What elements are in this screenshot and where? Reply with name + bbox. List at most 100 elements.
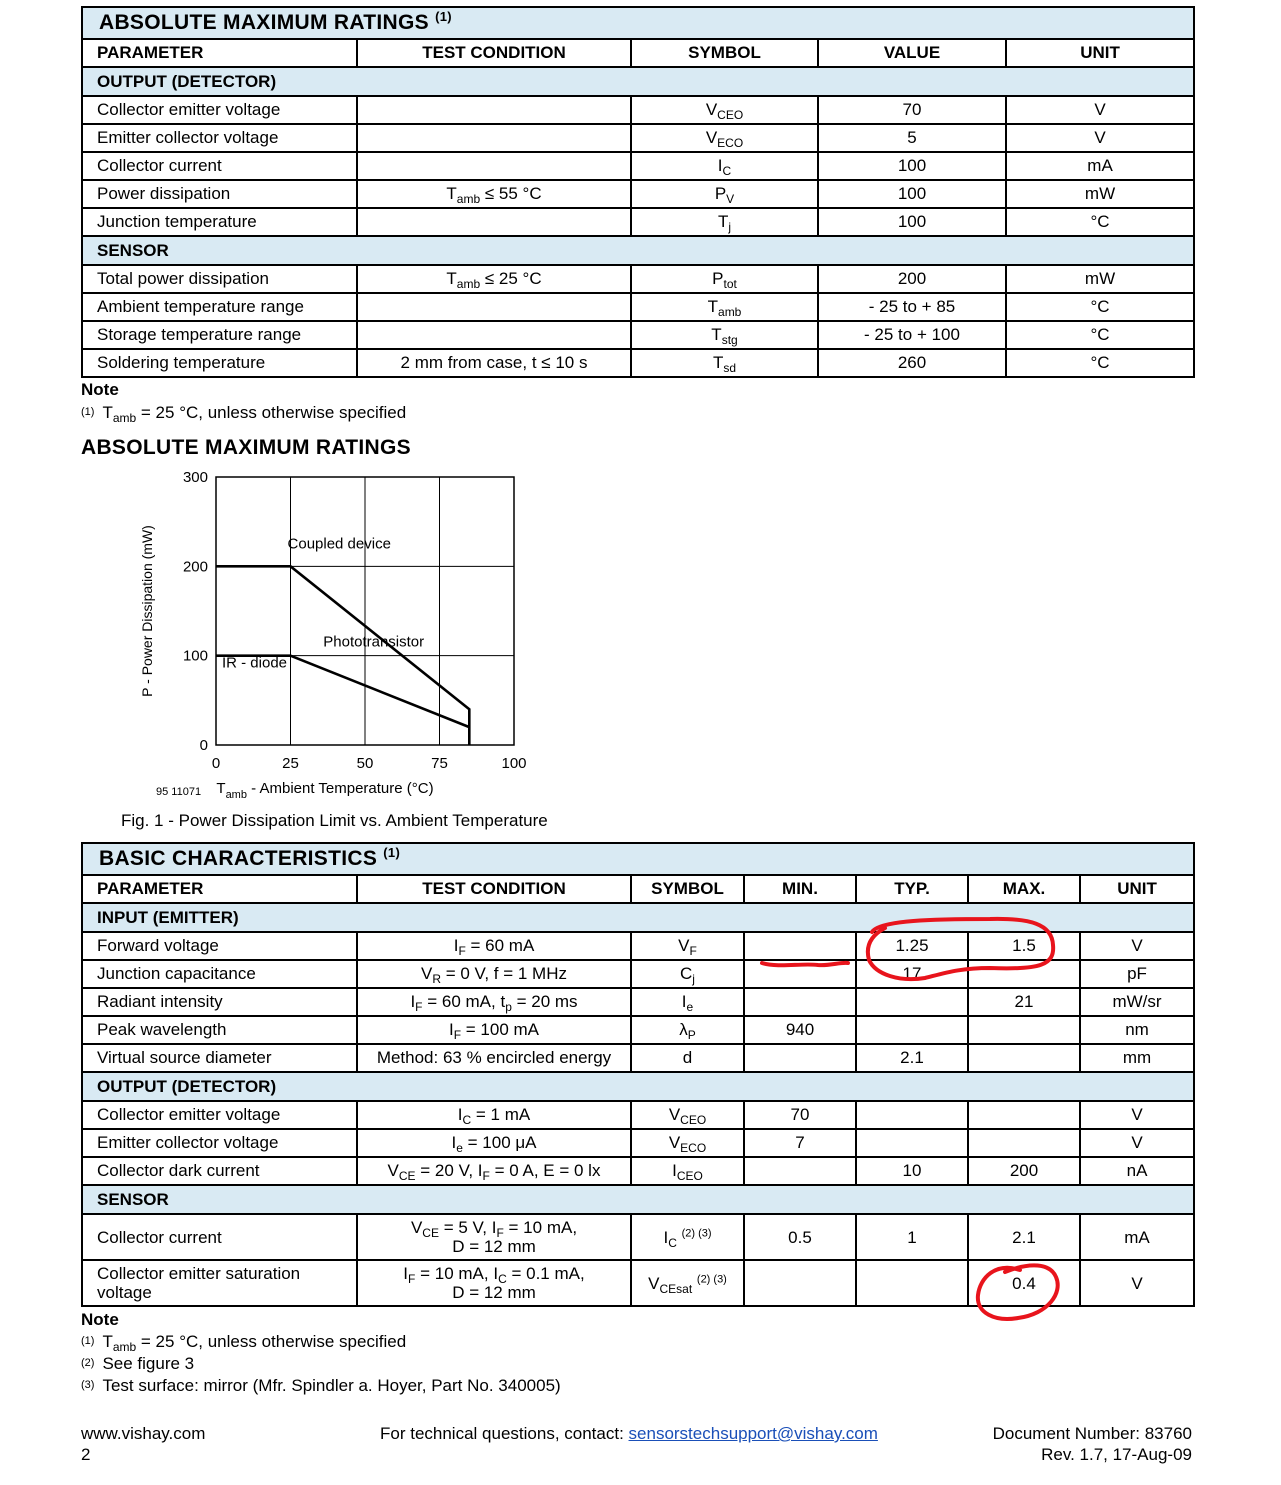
- symbol-cell: λP: [630, 1015, 745, 1045]
- min-cell: 940: [743, 1015, 857, 1045]
- section-row: SENSOR: [80, 1184, 1196, 1215]
- table-title-row: ABSOLUTE MAXIMUM RATINGS (1): [80, 6, 1196, 40]
- symbol-cell: VF: [630, 931, 745, 961]
- value-cell: 100: [817, 179, 1007, 209]
- symbol-subscript: j: [692, 972, 695, 986]
- unit-cell: V: [1004, 95, 1196, 125]
- basic-note-title: Note: [81, 1310, 119, 1329]
- x-axis-label: Tamb - Ambient Temperature (°C): [216, 780, 433, 801]
- condition-line: VR = 0 V, f = 1 MHz: [372, 964, 616, 985]
- max-cell: 200: [967, 1156, 1081, 1186]
- condition-text: = 1 mA: [471, 1105, 531, 1124]
- symbol-subscript: j: [728, 220, 732, 234]
- column-header: SYMBOL: [630, 38, 819, 68]
- condition-text: V: [387, 1161, 399, 1180]
- condition-subscript: CE: [422, 1226, 439, 1240]
- condition-subscript: amb: [456, 192, 481, 206]
- x-tick-label: 75: [431, 755, 448, 772]
- symbol-cell: VECO: [630, 123, 819, 153]
- parameter-cell: Storage temperature range: [81, 320, 358, 350]
- condition-cell: [356, 95, 632, 125]
- condition-line: IF = 100 mA: [372, 1020, 616, 1041]
- table-row: Junction capacitance VR = 0 V, f = 1 MHz C…: [81, 959, 1196, 989]
- symbol-cell: IC: [630, 151, 819, 181]
- parameter-cell: Collector emitter voltage: [81, 95, 358, 125]
- table-row: Power dissipation Tamb ≤ 55 °C PV 100 mW: [81, 179, 1196, 209]
- table-row: Emitter collector voltage VECO 5 V: [81, 123, 1196, 153]
- condition-cell: VCE = 20 V, IF = 0 A, E = 0 lx: [356, 1156, 632, 1186]
- max-cell: [967, 1043, 1081, 1073]
- column-header: PARAMETER: [81, 38, 358, 68]
- section-row: OUTPUT (DETECTOR): [80, 1071, 1196, 1102]
- symbol-subscript: ECO: [680, 1141, 707, 1155]
- unit-cell: nm: [1078, 1015, 1196, 1045]
- min-cell: 70: [743, 1100, 857, 1130]
- footnote: (2) See figure 3: [81, 1354, 194, 1374]
- symbol-text: T: [707, 297, 719, 316]
- table-row: Collector current VCE = 5 V, IF = 10 mA, D…: [81, 1213, 1196, 1261]
- symbol-subscript: P: [687, 1028, 696, 1042]
- section-title: OUTPUT (DETECTOR): [80, 1071, 1196, 1102]
- value-cell: 100: [817, 207, 1007, 237]
- column-header: VALUE: [817, 38, 1007, 68]
- parameter-cell: Collector emitter voltage: [81, 1100, 358, 1130]
- value-cell: - 25 to + 85: [817, 292, 1007, 322]
- condition-cell: IC = 1 mA: [356, 1100, 632, 1130]
- y-tick-label: 0: [200, 737, 208, 754]
- x-axis-label-text: T: [216, 780, 225, 797]
- parameter-cell: Collector emitter saturation voltage: [81, 1259, 358, 1307]
- unit-cell: mA: [1078, 1213, 1196, 1261]
- max-cell: [967, 959, 1081, 989]
- table-row: Junction temperature Tj 100 °C: [81, 207, 1196, 237]
- condition-cell: VCE = 5 V, IF = 10 mA, D = 12 mm: [356, 1213, 632, 1261]
- symbol-text: P: [712, 269, 724, 288]
- footnote-marker: (3): [81, 1379, 95, 1391]
- y-tick-label: 300: [183, 469, 208, 486]
- unit-cell: mA: [1004, 151, 1196, 181]
- chart-heading: ABSOLUTE MAXIMUM RATINGS: [81, 436, 411, 459]
- series-label: Phototransistor: [323, 634, 424, 651]
- section-row: SENSOR: [80, 235, 1196, 266]
- parameter-text: Collector emitter voltage: [97, 1105, 281, 1124]
- section-row: OUTPUT (DETECTOR): [80, 66, 1196, 97]
- symbol-cell: d: [630, 1043, 745, 1073]
- condition-line: IF = 60 mA: [372, 936, 616, 957]
- condition-text: = 0 V, f = 1 MHz: [441, 964, 567, 983]
- condition-text: 2 mm from case, t ≤ 10 s: [400, 353, 588, 372]
- footer-website[interactable]: www.vishay.com: [81, 1424, 205, 1444]
- column-header: TEST CONDITION: [356, 38, 632, 68]
- column-header: UNIT: [1078, 874, 1196, 904]
- table-title-text: BASIC CHARACTERISTICS: [99, 847, 378, 870]
- table-row: Storage temperature range Tstg - 25 to + 1…: [81, 320, 1196, 350]
- symbol-footnote: (2) (3): [681, 1226, 712, 1239]
- symbol-subscript: F: [689, 944, 697, 958]
- y-tick-label: 100: [183, 648, 208, 665]
- condition-text: ≤ 55 °C: [480, 184, 542, 203]
- symbol-text: T: [711, 325, 722, 344]
- table-title-row: BASIC CHARACTERISTICS (1): [80, 842, 1196, 876]
- condition-text: = 0 A, E = 0 lx: [489, 1161, 601, 1180]
- x-axis-label-text: - Ambient Temperature (°C): [247, 780, 434, 797]
- parameter-text: Collector dark current: [97, 1161, 260, 1180]
- parameter-cell: Collector current: [81, 151, 358, 181]
- parameter-text: Collector emitter saturation: [97, 1264, 301, 1283]
- footer-document-number: Document Number: 83760: [992, 1424, 1192, 1443]
- parameter-text: Virtual source diameter: [97, 1048, 272, 1067]
- symbol-subscript: CEO: [717, 108, 744, 122]
- symbol-subscript: amb: [718, 305, 742, 319]
- symbol-text: V: [678, 936, 690, 955]
- x-tick-label: 100: [501, 755, 526, 772]
- symbol-text: λ: [679, 1020, 688, 1039]
- footnote-text: = 25 °C, unless otherwise specified: [136, 1332, 407, 1351]
- symbol-cell: Ptot: [630, 264, 819, 294]
- symbol-text: V: [668, 1133, 681, 1152]
- footnote-subscript: amb: [112, 411, 137, 425]
- series-label: IR - diode: [222, 654, 287, 671]
- symbol-cell: Tamb: [630, 292, 819, 322]
- min-cell: 0.5: [743, 1213, 857, 1261]
- footer-contact-email-link[interactable]: sensorstechsupport@vishay.com: [629, 1424, 878, 1443]
- condition-subscript: p: [505, 1000, 512, 1014]
- section-title: OUTPUT (DETECTOR): [80, 66, 1196, 97]
- x-axis-label-subscript: amb: [226, 789, 247, 801]
- parameter-text: Junction capacitance: [97, 964, 256, 983]
